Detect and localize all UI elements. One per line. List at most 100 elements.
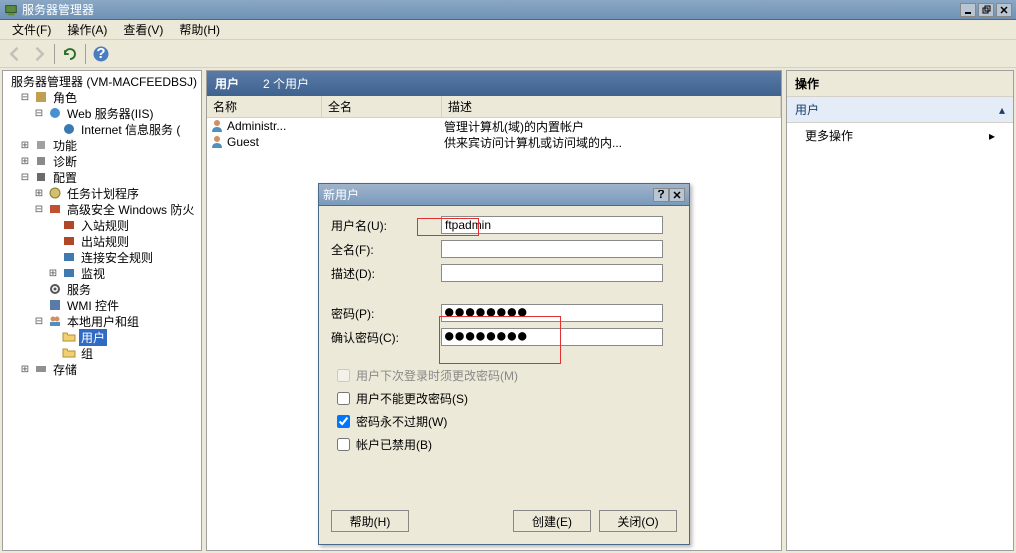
dialog-title: 新用户 xyxy=(323,186,653,203)
confirm-password-input[interactable]: ●●●●●●●● xyxy=(441,328,663,346)
tree-root[interactable]: 服务器管理器 (VM-MACFEEDBSJ) xyxy=(5,73,199,89)
folder-icon xyxy=(61,346,77,360)
tree-firewall[interactable]: ⊟ 高级安全 Windows 防火 xyxy=(33,201,199,217)
monitor-icon xyxy=(61,266,77,280)
must-change-checkbox xyxy=(337,369,350,382)
new-user-dialog: 新用户 ? 用户名(U): 全名(F): 描述(D): 密码(P): ●●●●●… xyxy=(318,183,690,545)
server-manager-icon xyxy=(4,3,18,17)
tree-web-server[interactable]: ⊟ Web 服务器(IIS) xyxy=(33,105,199,121)
col-fullname[interactable]: 全名 xyxy=(322,96,442,117)
menu-file[interactable]: 文件(F) xyxy=(4,19,59,40)
tree-pane: 服务器管理器 (VM-MACFEEDBSJ) ⊟ 角色 ⊟ Web 服务器(II… xyxy=(2,70,202,551)
tree-scheduler[interactable]: ⊞ 任务计划程序 xyxy=(33,185,199,201)
fullname-input[interactable] xyxy=(441,240,663,258)
conn-sec-icon xyxy=(61,250,77,264)
expand-icon[interactable]: ⊞ xyxy=(47,268,59,279)
iis-icon xyxy=(47,106,63,120)
tree-monitor[interactable]: ⊞ 监视 xyxy=(47,265,199,281)
window-title: 服务器管理器 xyxy=(22,1,960,18)
never-expire-checkbox[interactable] xyxy=(337,415,350,428)
back-button xyxy=(4,43,26,65)
collapse-icon[interactable]: ⊟ xyxy=(19,172,31,183)
expand-icon[interactable]: ⊞ xyxy=(19,140,31,151)
create-button[interactable]: 创建(E) xyxy=(513,510,591,532)
tree-function[interactable]: ⊞ 功能 xyxy=(19,137,199,153)
dialog-titlebar[interactable]: 新用户 ? xyxy=(319,184,689,206)
menu-view[interactable]: 查看(V) xyxy=(115,19,171,40)
services-icon xyxy=(47,282,63,296)
expand-icon[interactable]: ⊞ xyxy=(19,156,31,167)
tree-storage[interactable]: ⊞ 存储 xyxy=(19,361,199,377)
tree-diagnose[interactable]: ⊞ 诊断 xyxy=(19,153,199,169)
user-row[interactable]: Administr... 管理计算机(域)的内置帐户 xyxy=(207,118,781,134)
tree-users[interactable]: 用户 xyxy=(47,329,199,345)
tree-groups[interactable]: 组 xyxy=(47,345,199,361)
account-disabled-checkbox-row[interactable]: 帐户已禁用(B) xyxy=(331,435,677,454)
svg-text:?: ? xyxy=(657,190,664,200)
toolbar-separator xyxy=(54,44,55,64)
dialog-help-button[interactable]: ? xyxy=(653,188,669,202)
window-titlebar: 服务器管理器 xyxy=(0,0,1016,20)
actions-subtitle[interactable]: 用户 ▴ xyxy=(787,97,1013,123)
scheduler-icon xyxy=(47,186,63,200)
diagnostics-icon xyxy=(33,154,49,168)
refresh-button[interactable] xyxy=(59,43,81,65)
col-description[interactable]: 描述 xyxy=(442,96,781,117)
inbound-icon xyxy=(61,218,77,232)
actions-pane: 操作 用户 ▴ 更多操作 ▸ xyxy=(786,70,1014,551)
toolbar-separator xyxy=(85,44,86,64)
tree-inbound[interactable]: 入站规则 xyxy=(47,217,199,233)
never-expire-checkbox-row[interactable]: 密码永不过期(W) xyxy=(331,412,677,431)
toolbar: ? xyxy=(0,40,1016,68)
wmi-icon xyxy=(47,298,63,312)
roles-icon xyxy=(33,90,49,104)
center-title: 用户 xyxy=(215,75,239,92)
user-icon xyxy=(209,119,225,133)
must-change-checkbox-row: 用户下次登录时须更改密码(M) xyxy=(331,366,677,385)
help-button[interactable]: 帮助(H) xyxy=(331,510,409,532)
collapse-icon[interactable]: ⊟ xyxy=(33,204,45,215)
actions-header: 操作 xyxy=(787,71,1013,97)
menu-action[interactable]: 操作(A) xyxy=(59,19,115,40)
password-label: 密码(P): xyxy=(331,305,441,322)
tree-service[interactable]: 服务 xyxy=(33,281,199,297)
dialog-close-button[interactable] xyxy=(669,188,685,202)
close-button[interactable] xyxy=(996,3,1012,17)
tree-config[interactable]: ⊟ 配置 xyxy=(19,169,199,185)
user-row[interactable]: Guest 供来宾访问计算机或访问域的内... xyxy=(207,134,781,150)
collapse-icon[interactable]: ⊟ xyxy=(19,92,31,103)
cannot-change-checkbox-row[interactable]: 用户不能更改密码(S) xyxy=(331,389,677,408)
description-input[interactable] xyxy=(441,264,663,282)
account-disabled-checkbox[interactable] xyxy=(337,438,350,451)
menubar: 文件(F) 操作(A) 查看(V) 帮助(H) xyxy=(0,20,1016,40)
tree-local-users[interactable]: ⊟ 本地用户和组 xyxy=(33,313,199,329)
list-header: 名称 全名 描述 xyxy=(207,96,781,118)
collapse-icon[interactable]: ⊟ xyxy=(33,316,45,327)
forward-button xyxy=(28,43,50,65)
password-input[interactable]: ●●●●●●●● xyxy=(441,304,663,322)
tree-wmi[interactable]: WMI 控件 xyxy=(33,297,199,313)
tree-iis[interactable]: Internet 信息服务 ( xyxy=(47,121,199,137)
center-header: 用户 2 个用户 xyxy=(207,71,781,96)
features-icon xyxy=(33,138,49,152)
collapse-icon[interactable]: ⊟ xyxy=(33,108,45,119)
help-button[interactable]: ? xyxy=(90,43,112,65)
user-icon xyxy=(209,135,225,149)
description-label: 描述(D): xyxy=(331,265,441,282)
restore-button[interactable] xyxy=(978,3,994,17)
close-button[interactable]: 关闭(O) xyxy=(599,510,677,532)
expand-icon[interactable]: ⊞ xyxy=(19,364,31,375)
expand-icon[interactable]: ⊞ xyxy=(33,188,45,199)
cannot-change-checkbox[interactable] xyxy=(337,392,350,405)
firewall-icon xyxy=(47,202,63,216)
config-icon xyxy=(33,170,49,184)
tree-roles[interactable]: ⊟ 角色 xyxy=(19,89,199,105)
menu-help[interactable]: 帮助(H) xyxy=(171,19,228,40)
actions-more[interactable]: 更多操作 ▸ xyxy=(787,123,1013,148)
minimize-button[interactable] xyxy=(960,3,976,17)
tree-outbound[interactable]: 出站规则 xyxy=(47,233,199,249)
username-input[interactable] xyxy=(441,216,663,234)
col-name[interactable]: 名称 xyxy=(207,96,322,117)
tree-conn-sec[interactable]: 连接安全规则 xyxy=(47,249,199,265)
collapse-icon[interactable]: ▴ xyxy=(999,103,1005,117)
